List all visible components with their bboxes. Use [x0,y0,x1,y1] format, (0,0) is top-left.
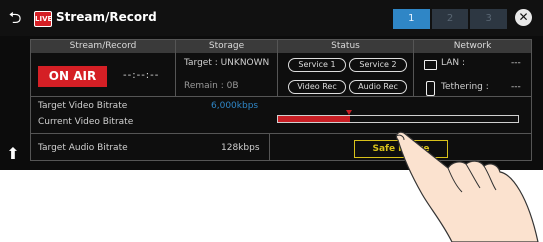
divider [413,40,414,96]
header-stream-record: Stream/Record [31,40,175,53]
page-selector: 1 2 3 [393,9,509,29]
lan-value: --- [511,58,521,68]
up-arrow-icon[interactable]: ⬆ [6,146,20,162]
storage-target: Target : UNKNOWN [184,58,270,68]
page-tab-1[interactable]: 1 [393,9,430,29]
status-service-2: Service 2 [349,58,407,72]
hand-outline [395,131,539,242]
close-x-icon[interactable]: ✕ [515,9,532,26]
page-tab-2[interactable]: 2 [431,9,469,29]
tethering-value: --- [511,82,521,92]
page-tab-3[interactable]: 3 [470,9,508,29]
target-video-bitrate-value: 6,000kbps [211,101,259,111]
divider [269,133,270,160]
bitrate-meter-fill [278,116,350,122]
status-service-1: Service 1 [288,58,346,72]
phone-icon [426,81,435,96]
target-audio-bitrate-label: Target Audio Bitrate [38,143,128,153]
monitor-icon [424,60,437,70]
record-time: --:--:-- [123,70,160,81]
status-video-rec: Video Rec [288,80,346,94]
tethering-label: Tethering : [441,82,489,92]
target-bitrate-marker [346,110,352,115]
target-video-bitrate-label: Target Video Bitrate [38,101,128,111]
header-status: Status [278,40,413,53]
live-badge: LIVE [34,11,52,27]
on-air-indicator: ON AIR [38,66,107,87]
status-audio-rec: Audio Rec [349,80,407,94]
divider [277,40,278,96]
divider [175,40,176,96]
header-storage: Storage [176,40,277,53]
bitrate-meter [277,115,519,123]
page-title: Stream/Record [56,10,157,24]
target-audio-bitrate-value: 128kbps [221,143,260,153]
lan-label: LAN : [441,58,466,68]
storage-remain: Remain : 0B [184,81,239,91]
divider [31,96,531,97]
top-bar: ⮌ LIVE Stream/Record 1 2 3 ✕ [0,0,543,36]
header-network: Network [414,40,531,53]
pointing-hand [395,131,539,242]
return-arrow-icon[interactable]: ⮌ [6,9,24,27]
current-video-bitrate-label: Current Video Bitrate [38,117,134,127]
